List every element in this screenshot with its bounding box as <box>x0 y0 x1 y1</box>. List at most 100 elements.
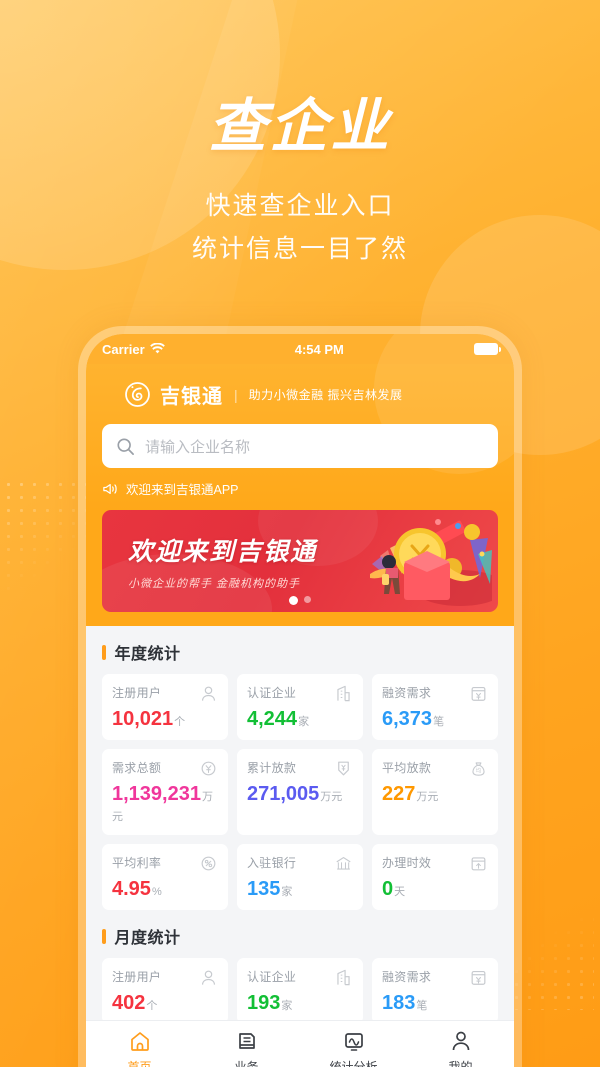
carousel-dot-active[interactable] <box>289 596 298 605</box>
stat-unit: 家 <box>298 716 310 728</box>
stat-grid-monthly: 注册用户 402个 认证企业 193家 融资需求 183笔 <box>86 958 514 1024</box>
stat-value: 6,373 <box>382 708 433 730</box>
user-icon <box>201 686 216 701</box>
stat-value: 227 <box>382 783 416 805</box>
stat-card-top: 办理时效 <box>382 854 488 873</box>
stat-value: 183 <box>382 992 416 1014</box>
stat-card[interactable]: 注册用户 402个 <box>102 958 228 1024</box>
stat-value-wrap: 1,139,231万元 <box>112 784 218 824</box>
stat-label: 融资需求 <box>382 970 432 984</box>
section-accent-bar <box>102 644 106 660</box>
stat-value: 193 <box>247 992 281 1014</box>
svg-text:均: 均 <box>476 766 482 774</box>
calendar-money-icon <box>471 686 486 701</box>
stat-label: 平均利率 <box>112 856 162 870</box>
stat-card-top: 平均利率 <box>112 854 218 873</box>
phone-screen: Carrier 4:54 PM 吉银通 | 助力小微金融 振兴吉林发展 请输入企… <box>86 334 514 1067</box>
business-icon <box>238 1033 255 1049</box>
notice-bar[interactable]: 欢迎来到吉银通APP <box>102 479 498 498</box>
stat-card[interactable]: 融资需求 183笔 <box>372 958 498 1024</box>
tab-profile[interactable]: 我的 <box>407 1029 514 1067</box>
tab-label: 首页 <box>127 1060 152 1067</box>
stat-card-top: 认证企业 <box>247 968 353 987</box>
section-header-monthly: 月度统计 <box>86 910 514 958</box>
tab-statistics[interactable]: 统计分析 <box>300 1029 407 1067</box>
search-icon <box>117 437 134 455</box>
section-accent-bar <box>102 928 106 944</box>
tab-business[interactable]: 业务 <box>193 1029 300 1067</box>
section-header-annual: 年度统计 <box>86 626 514 674</box>
stat-value-wrap: 4.95% <box>112 879 218 899</box>
stat-unit: 天 <box>394 886 406 898</box>
percent-circle-icon <box>201 856 216 871</box>
stat-card-top: 入驻银行 <box>247 854 353 873</box>
search-input[interactable]: 请输入企业名称 <box>145 436 250 457</box>
stat-card[interactable]: 累计放款 271,005万元 <box>237 749 363 835</box>
stat-label: 平均放款 <box>382 761 432 775</box>
stat-card-top: 需求总额 <box>112 759 218 778</box>
main-content: 年度统计 注册用户 10,021个 认证企业 4,244家 融资需求 6,373… <box>86 626 514 1067</box>
person-icon <box>452 1031 469 1051</box>
stat-unit: 笔 <box>416 1000 428 1012</box>
megaphone-icon <box>103 483 117 494</box>
stat-card[interactable]: 融资需求 6,373笔 <box>372 674 498 740</box>
stat-label: 办理时效 <box>382 856 432 870</box>
stat-value: 402 <box>112 992 146 1014</box>
hero-subtitle-line-1: 快速查企业入口 <box>205 191 395 220</box>
wifi-icon <box>149 343 165 354</box>
stat-card[interactable]: 需求总额 1,139,231万元 <box>102 749 228 835</box>
hero-subtitle: 快速查企业入口 统计信息一目了然 <box>0 185 600 271</box>
section-title-monthly: 月度统计 <box>114 930 181 947</box>
stat-card-top: 融资需求 <box>382 968 488 987</box>
clock-box-icon <box>471 857 486 871</box>
stat-value: 4.95 <box>112 878 151 900</box>
stat-value-wrap: 135家 <box>247 879 353 899</box>
stat-value-wrap: 193家 <box>247 993 353 1013</box>
stat-card[interactable]: 入驻银行 135家 <box>237 844 363 910</box>
stat-card-top: 注册用户 <box>112 684 218 703</box>
home-icon <box>130 1032 149 1051</box>
carousel-dot[interactable] <box>304 596 311 603</box>
page-title: 查企业 <box>208 94 392 159</box>
stat-unit: 个 <box>174 716 186 728</box>
stat-unit: 个 <box>146 1000 158 1012</box>
stat-card[interactable]: 注册用户 10,021个 <box>102 674 228 740</box>
stat-card-top: 融资需求 <box>382 684 488 703</box>
hero-section: 查企业 快速查企业入口 统计信息一目了然 <box>0 94 600 271</box>
banner-wrapper: 欢迎来到吉银通 小微企业的帮手 金融机构的助手 <box>86 510 514 626</box>
hero-subtitle-line-2: 统计信息一目了然 <box>191 234 408 263</box>
stat-card[interactable]: 认证企业 193家 <box>237 958 363 1024</box>
stat-value-wrap: 227万元 <box>382 784 488 804</box>
carousel-dots[interactable] <box>102 596 498 605</box>
stat-value-wrap: 6,373笔 <box>382 709 488 729</box>
brand-row: 吉银通 | 助力小微金融 振兴吉林发展 <box>102 380 498 409</box>
stat-unit: 笔 <box>433 716 445 728</box>
stat-card[interactable]: 平均放款 均 227万元 <box>372 749 498 835</box>
tab-home[interactable]: 首页 <box>86 1029 193 1067</box>
stat-label: 入驻银行 <box>247 856 297 870</box>
search-bar[interactable]: 请输入企业名称 <box>102 424 498 468</box>
carrier-label: Carrier <box>102 341 145 357</box>
promo-banner[interactable]: 欢迎来到吉银通 小微企业的帮手 金融机构的助手 <box>102 510 498 612</box>
tab-label: 业务 <box>234 1060 259 1067</box>
brand-divider: | <box>234 386 238 403</box>
stat-value-wrap: 0天 <box>382 879 488 899</box>
stat-value-wrap: 402个 <box>112 993 218 1013</box>
section-title-annual: 年度统计 <box>114 646 181 663</box>
stat-unit: 家 <box>281 1000 293 1012</box>
stat-value: 10,021 <box>112 708 174 730</box>
stat-label: 累计放款 <box>247 761 297 775</box>
stat-unit: % <box>151 886 162 898</box>
stat-card[interactable]: 办理时效 0天 <box>372 844 498 910</box>
chart-monitor-icon <box>344 1033 363 1051</box>
brand-tagline: 助力小微金融 振兴吉林发展 <box>248 388 403 402</box>
building-icon <box>337 685 350 702</box>
stat-unit: 万元 <box>320 791 343 803</box>
status-bar-left: Carrier <box>102 342 165 357</box>
stat-label: 认证企业 <box>247 970 297 984</box>
stat-card-top: 累计放款 <box>247 759 353 778</box>
stat-card[interactable]: 认证企业 4,244家 <box>237 674 363 740</box>
money-bag-icon: 均 <box>472 762 485 776</box>
stat-card[interactable]: 平均利率 4.95% <box>102 844 228 910</box>
banner-title: 欢迎来到吉银通 <box>128 538 318 566</box>
